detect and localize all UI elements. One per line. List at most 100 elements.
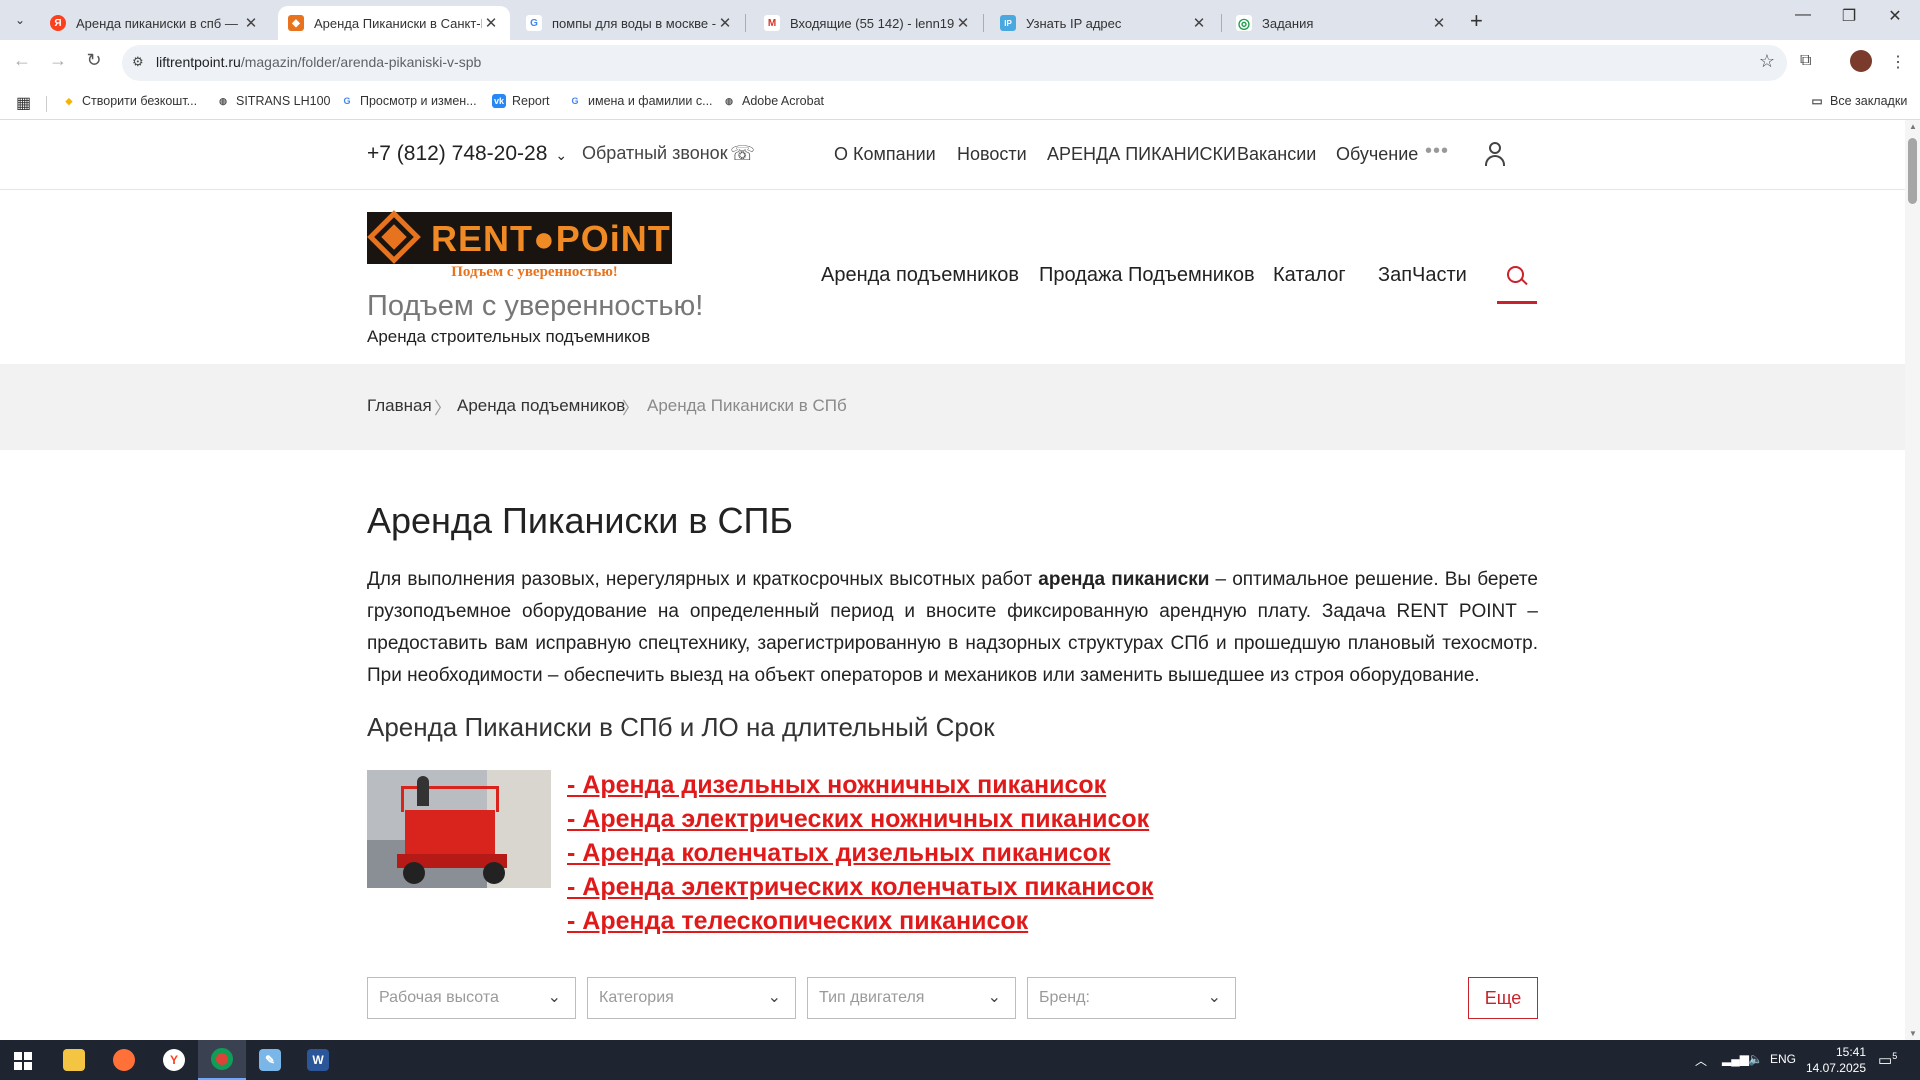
taskbar-chrome[interactable] <box>198 1040 246 1080</box>
filter-brand[interactable]: Бренд: ⌄ <box>1027 977 1236 1019</box>
notifications-icon[interactable]: ▭5 <box>1878 1051 1897 1069</box>
phone-selector[interactable]: +7 (812) 748-20-28 ⌄ <box>367 142 567 166</box>
back-icon[interactable]: ← <box>10 50 34 71</box>
main-nav-sale[interactable]: Продажа Подъемников <box>1039 264 1255 287</box>
tab-ip[interactable]: IP Узнать IP адрес ✕ <box>990 6 1218 40</box>
top-nav-vacancies[interactable]: Вакансии <box>1237 144 1316 165</box>
more-filters-button[interactable]: Еще <box>1468 977 1538 1019</box>
top-nav-news[interactable]: Новости <box>957 144 1027 165</box>
link-diesel-scissor[interactable]: - Аренда дизельных ножничных пиканисок <box>567 768 1153 802</box>
bookmark-star-icon[interactable]: ☆ <box>1759 51 1775 72</box>
close-icon[interactable]: ✕ <box>716 14 734 32</box>
ip-favicon-icon: IP <box>1000 15 1016 31</box>
filter-working-height[interactable]: Рабочая высота ⌄ <box>367 977 576 1019</box>
logo-subtitle: Подъем с уверенностью! <box>367 264 672 282</box>
link-diesel-articulated[interactable]: - Аренда коленчатых дизельных пиканисок <box>567 836 1153 870</box>
bookmark-label: имена и фамилии с... <box>588 94 713 108</box>
tab-gmail[interactable]: M Входящие (55 142) - lenn1915 ✕ <box>754 6 982 40</box>
tab-title: Задания <box>1262 15 1314 31</box>
close-icon[interactable]: ✕ <box>954 14 972 32</box>
bookmark-item[interactable]: ◍ Adobe Acrobat <box>722 94 824 108</box>
google-icon: G <box>571 96 579 106</box>
window-close-icon[interactable]: ✕ <box>1872 6 1918 26</box>
chevron-down-icon: ⌄ <box>987 989 1001 1006</box>
tab-rentpoint[interactable]: ◆ Аренда Пиканиски в Санкт-Пе ✕ <box>278 6 510 40</box>
close-icon[interactable]: ✕ <box>1430 14 1448 32</box>
taskbar-firefox[interactable] <box>100 1040 148 1080</box>
main-nav-catalog[interactable]: Каталог <box>1273 264 1346 287</box>
chevron-down-icon: ⌄ <box>555 147 568 163</box>
filter-category[interactable]: Категория ⌄ <box>587 977 796 1019</box>
taskbar-word[interactable]: W <box>294 1040 342 1080</box>
main-nav-parts[interactable]: ЗапЧасти <box>1378 264 1467 287</box>
tray-expand-icon[interactable]: ︿ <box>1695 1052 1707 1069</box>
breadcrumb-current: Аренда Пиканиски в СПб <box>647 396 847 415</box>
top-nav-rent-pikaniski[interactable]: АРЕНДА ПИКАНИСКИ <box>1047 144 1236 165</box>
bookmarks-bar: ▦ ◆ Створити безкошт... ◍ SITRANS LH100 GП… <box>0 86 1920 120</box>
address-bar[interactable]: ⚙ liftrentpoint.ru/magazin/folder/arenda… <box>122 45 1787 81</box>
system-clock[interactable]: 15:41 14.07.2025 <box>1800 1044 1866 1076</box>
menu-kebab-icon[interactable]: ⋮ <box>1890 52 1906 72</box>
breadcrumb-rent[interactable]: Аренда подъемников <box>457 396 625 416</box>
notification-count: 5 <box>1892 1051 1898 1061</box>
chrome-icon <box>211 1048 233 1070</box>
extensions-icon[interactable]: ⧉ <box>1800 52 1811 70</box>
more-dots-icon[interactable]: ••• <box>1425 140 1449 163</box>
tab-search-menu-icon[interactable]: ⌄ <box>8 8 32 32</box>
taskbar-yandex[interactable]: Y <box>150 1040 198 1080</box>
main-nav-rent[interactable]: Аренда подъемников <box>821 264 1019 287</box>
close-icon[interactable]: ✕ <box>242 14 260 32</box>
callback-link[interactable]: Обратный звонок <box>582 143 728 164</box>
bookmark-label: Adobe Acrobat <box>742 94 825 108</box>
tab-google-pumps[interactable]: G помпы для воды в москве - П ✕ <box>516 6 744 40</box>
top-nav-training[interactable]: Обучение <box>1336 144 1418 165</box>
tab-yandex[interactable]: Я Аренда пиканиски в спб — Ян ✕ <box>40 6 270 40</box>
scrollbar-thumb[interactable] <box>1908 138 1917 204</box>
link-telescopic[interactable]: - Аренда телескопических пиканисок <box>567 904 1153 938</box>
url-path: /magazin/folder/arenda-pikaniski-v-spb <box>240 54 482 70</box>
profile-avatar[interactable] <box>1850 50 1872 72</box>
intro-text: Для выполнения разовых, нерегулярных и к… <box>367 569 1039 590</box>
site-logo[interactable]: RENT●POiNT Подъем с уверенностью! <box>367 210 672 282</box>
network-icon[interactable]: ▂▄▆ <box>1722 1052 1749 1066</box>
taskbar-paint[interactable]: ✎ <box>246 1040 294 1080</box>
site-info-icon[interactable]: ⚙ <box>132 54 144 70</box>
bookmark-item[interactable]: ◍ SITRANS LH100 <box>216 94 330 108</box>
breadcrumb-home[interactable]: Главная <box>367 396 432 416</box>
windows-start-icon[interactable] <box>14 1052 32 1070</box>
bookmark-item[interactable]: ◆ Створити безкошт... <box>62 94 198 108</box>
scroll-up-icon[interactable]: ▲ <box>1909 122 1917 131</box>
minimize-icon[interactable]: — <box>1780 6 1826 24</box>
yandex-browser-icon: Y <box>163 1049 185 1071</box>
link-electric-scissor[interactable]: - Аренда электрических ножничных пиканис… <box>567 802 1153 836</box>
bookmark-item[interactable]: Gимена и фамилии с... <box>568 94 713 108</box>
close-icon[interactable]: ✕ <box>1190 14 1208 32</box>
filter-engine-type[interactable]: Тип двигателя ⌄ <box>807 977 1016 1019</box>
page-viewport: +7 (812) 748-20-28 ⌄ Обратный звонок ☏ О … <box>0 120 1905 1040</box>
user-icon[interactable] <box>1484 141 1506 167</box>
bookmark-item[interactable]: G Просмотр и измен... <box>340 94 476 108</box>
photo-lift-rail <box>401 786 499 812</box>
search-button[interactable] <box>1497 246 1537 304</box>
taskbar-explorer[interactable] <box>50 1040 98 1080</box>
phone-icon[interactable]: ☏ <box>730 141 755 166</box>
volume-icon[interactable]: 🔈 <box>1748 1052 1763 1066</box>
page-scrollbar[interactable]: ▲ ▼ <box>1905 120 1920 1040</box>
top-nav-about[interactable]: О Компании <box>834 144 936 165</box>
apps-grid-icon[interactable]: ▦ <box>16 93 31 113</box>
reload-icon[interactable]: ↻ <box>82 50 106 71</box>
windows-taskbar: Y ✎ W ︿ ▂▄▆ 🔈 ENG 15:41 14.07.2025 ▭5 <box>0 1040 1920 1080</box>
forward-icon[interactable]: → <box>46 50 70 71</box>
language-indicator[interactable]: ENG <box>1770 1052 1796 1066</box>
url-text: liftrentpoint.ru/magazin/folder/arenda-p… <box>156 54 481 70</box>
bookmark-item[interactable]: vk Report <box>492 94 550 108</box>
all-bookmarks[interactable]: ▭ Все закладки <box>1810 94 1907 108</box>
intro-paragraph: Для выполнения разовых, нерегулярных и к… <box>367 564 1538 692</box>
restore-icon[interactable]: ❐ <box>1826 6 1872 26</box>
globe-icon: ◍ <box>725 95 733 106</box>
scroll-down-icon[interactable]: ▼ <box>1909 1029 1917 1038</box>
tab-tasks[interactable]: ◎ Задания ✕ <box>1226 6 1458 40</box>
new-tab-icon[interactable]: + <box>1470 8 1483 34</box>
link-electric-articulated[interactable]: - Аренда электрических коленчатых пикани… <box>567 870 1153 904</box>
close-icon[interactable]: ✕ <box>482 14 500 32</box>
